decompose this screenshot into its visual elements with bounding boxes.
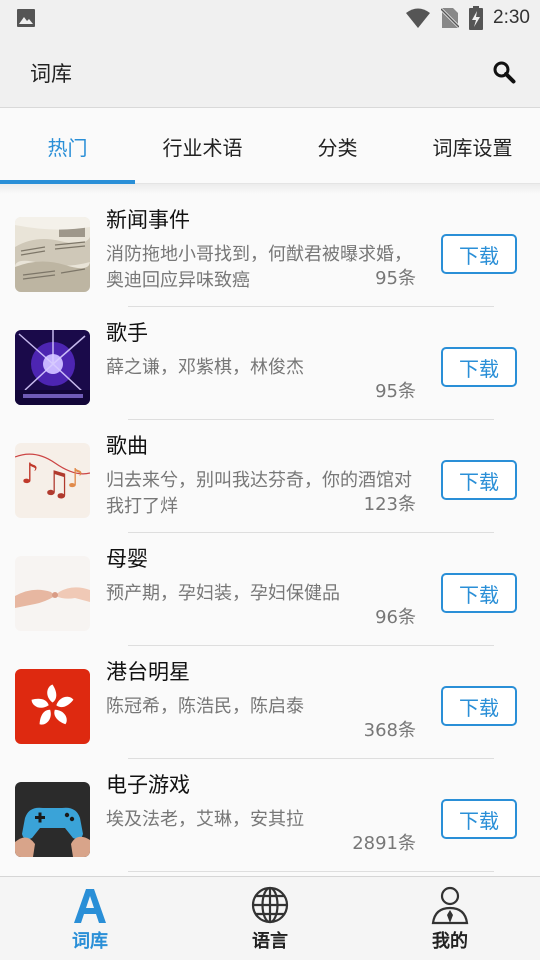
concert-stage-thumbnail xyxy=(15,330,90,405)
nav-label: 我的 xyxy=(432,931,468,952)
dictionary-list: 新闻事件 消防拖地小哥找到，何猷君被曝求婚，奥迪回应异味致癌 95条 下载 歌手… xyxy=(0,194,540,876)
page-title: 词库 xyxy=(30,62,72,86)
game-controller-thumbnail xyxy=(15,782,90,857)
item-description: 消防拖地小哥找到，何猷君被曝求婚，奥迪回应异味致癌 xyxy=(106,244,412,291)
letter-a-icon xyxy=(74,889,106,923)
download-button[interactable]: 下载 xyxy=(441,460,517,500)
nav-label: 词库 xyxy=(72,931,108,952)
wifi-icon xyxy=(406,8,431,28)
download-button[interactable]: 下载 xyxy=(441,573,517,613)
item-title: 电子游戏 xyxy=(106,773,190,797)
tab-dictionary-settings[interactable]: 词库设置 xyxy=(405,108,540,184)
nav-language[interactable]: 语言 xyxy=(180,877,360,960)
item-title: 港台明星 xyxy=(106,660,190,684)
bottom-navigation: 词库 语言 我的 xyxy=(0,876,540,960)
item-title: 歌曲 xyxy=(106,434,148,458)
item-description: 薛之谦，邓紫棋，林俊杰 xyxy=(106,357,304,378)
download-button[interactable]: 下载 xyxy=(441,799,517,839)
list-item[interactable]: ♪ ♫ ♪ 歌曲 归去来兮，别叫我达芬奇，你的酒馆对我打了烊 123条 下载 xyxy=(0,420,540,533)
app-bar: 词库 xyxy=(0,36,540,108)
item-count: 2891条 xyxy=(352,833,416,854)
item-count: 368条 xyxy=(363,720,416,741)
item-count: 123条 xyxy=(363,494,416,515)
list-item[interactable]: 港台明星 陈冠希，陈浩民，陈启泰 368条 下载 xyxy=(0,646,540,759)
item-count: 96条 xyxy=(375,607,416,628)
nav-dictionary[interactable]: 词库 xyxy=(0,877,180,960)
search-icon[interactable] xyxy=(492,60,516,84)
globe-icon xyxy=(251,886,289,924)
tab-industry-terms[interactable]: 行业术语 xyxy=(135,108,270,184)
tab-shadow xyxy=(0,184,540,194)
tab-categories[interactable]: 分类 xyxy=(270,108,405,184)
person-icon xyxy=(431,886,469,925)
item-title: 母婴 xyxy=(106,547,148,571)
baby-hand-thumbnail xyxy=(15,556,90,631)
tab-hot[interactable]: 热门 xyxy=(0,108,135,184)
download-button[interactable]: 下载 xyxy=(441,686,517,726)
status-time: 2:30 xyxy=(493,7,530,28)
nav-profile[interactable]: 我的 xyxy=(360,877,540,960)
svg-text:♪: ♪ xyxy=(67,464,84,494)
tab-bar: 热门 行业术语 分类 词库设置 xyxy=(0,108,540,184)
nav-label: 语言 xyxy=(252,931,288,952)
newspaper-thumbnail xyxy=(15,217,90,292)
svg-text:♪: ♪ xyxy=(21,457,39,490)
download-button[interactable]: 下载 xyxy=(441,347,517,387)
music-notes-thumbnail: ♪ ♫ ♪ xyxy=(15,443,90,518)
item-title: 歌手 xyxy=(106,321,148,345)
gallery-notification-icon xyxy=(17,9,35,27)
list-item[interactable]: 母婴 预产期，孕妇装，孕妇保健品 96条 下载 xyxy=(0,533,540,646)
item-count: 95条 xyxy=(375,268,416,289)
list-item[interactable]: 歌手 薛之谦，邓紫棋，林俊杰 95条 下载 xyxy=(0,307,540,420)
no-sim-icon xyxy=(441,7,460,29)
list-item[interactable]: 电子游戏 埃及法老，艾琳，安其拉 2891条 下载 xyxy=(0,759,540,872)
list-item[interactable]: 新闻事件 消防拖地小哥找到，何猷君被曝求婚，奥迪回应异味致癌 95条 下载 xyxy=(0,194,540,307)
item-title: 新闻事件 xyxy=(106,208,190,232)
item-description: 预产期，孕妇装，孕妇保健品 xyxy=(106,583,340,604)
status-bar: 2:30 xyxy=(0,0,540,36)
item-count: 95条 xyxy=(375,381,416,402)
hong-kong-flag-thumbnail xyxy=(15,669,90,744)
divider xyxy=(128,871,494,872)
download-button[interactable]: 下载 xyxy=(441,234,517,274)
battery-charging-icon xyxy=(469,6,484,30)
